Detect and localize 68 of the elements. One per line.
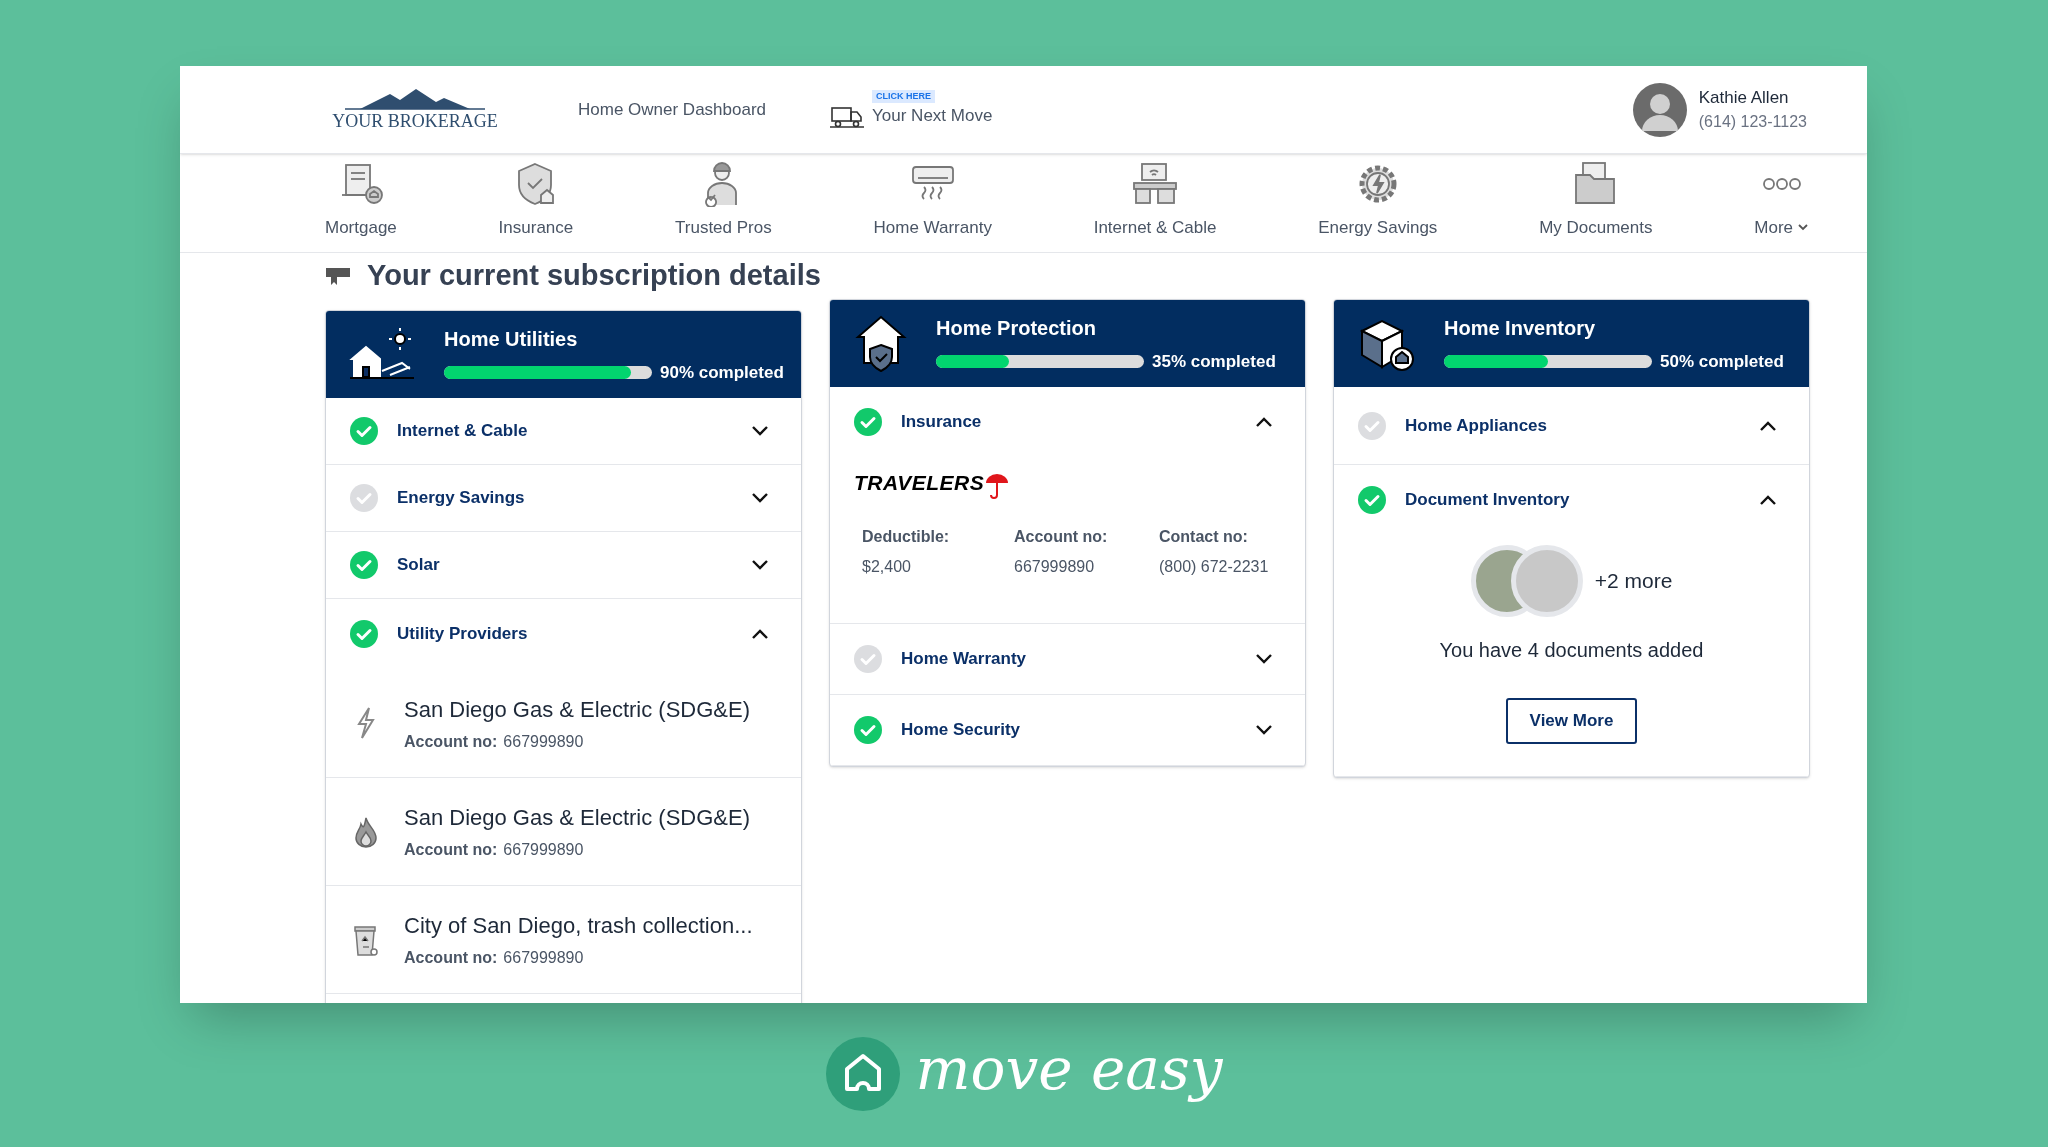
click-here-badge: CLICK HERE: [872, 90, 936, 104]
chevron-down-icon[interactable]: [751, 559, 769, 571]
card-title: Home Protection: [936, 315, 1098, 341]
computer-desk-icon: [1132, 160, 1179, 207]
sign-icon: [325, 266, 351, 286]
nav-tab[interactable]: Home Warranty: [873, 160, 992, 240]
section-title[interactable]: Home Appliances: [1405, 412, 1548, 439]
chevron-up-icon[interactable]: [1759, 494, 1777, 506]
card-title: Home Inventory: [1444, 315, 1597, 341]
field-label: Contact no:: [1159, 526, 1249, 547]
flame-icon: [354, 815, 378, 848]
section-title[interactable]: Internet & Cable: [397, 418, 528, 444]
dashboard-link[interactable]: Home Owner Dashboard: [578, 96, 767, 123]
next-move-link[interactable]: Your Next Move: [872, 103, 993, 129]
chevron-down-icon[interactable]: [1255, 652, 1273, 665]
brand-name: move easy: [915, 1040, 1223, 1105]
nav-tab[interactable]: Trusted Pros: [675, 160, 772, 240]
section-title[interactable]: Insurance: [901, 409, 982, 435]
account-label: Account no:: [404, 840, 498, 860]
card-title: Home Utilities: [444, 326, 579, 352]
field-value: $2,400: [862, 556, 912, 577]
section-title[interactable]: Home Warranty: [901, 645, 1026, 672]
nav-tab[interactable]: Energy Savings: [1318, 160, 1438, 240]
chevron-down-icon[interactable]: [751, 425, 769, 437]
more-count: +2 more: [1594, 568, 1673, 595]
account-label: Account no:: [404, 948, 498, 968]
user-name: Kathie Allen: [1698, 86, 1790, 109]
more-icon: [1761, 176, 1802, 191]
provider-name: San Diego Gas & Electric (SDG&E): [404, 804, 750, 832]
brokerage-logo[interactable]: YOUR BROKERAGE: [325, 86, 505, 133]
insurer-logo: TRAVELERS: [830, 467, 1305, 499]
field-value: (800) 672-2231: [1159, 556, 1270, 577]
field-value: 667999890: [1014, 556, 1096, 577]
chevron-down-icon[interactable]: [1255, 723, 1273, 736]
account-number: 667999890: [503, 731, 584, 752]
field-label: Account no:: [1014, 526, 1109, 547]
section-title[interactable]: Solar: [397, 552, 440, 578]
account-number: 667999890: [503, 948, 584, 968]
account-number: 667999890: [503, 840, 584, 860]
provider-name: San Diego Gas & Electric (SDG&E): [404, 695, 750, 724]
nav-tab[interactable]: My Documents: [1539, 160, 1653, 240]
provider-name: City of San Diego, trash collection...: [404, 912, 753, 940]
chevron-up-icon[interactable]: [751, 628, 769, 640]
house-logo-icon: [825, 1037, 900, 1111]
field-label: Deductible:: [862, 526, 951, 547]
chevron-down-icon[interactable]: [751, 492, 769, 504]
section-title[interactable]: Energy Savings: [397, 485, 525, 511]
chevron-up-icon[interactable]: [1759, 419, 1777, 432]
nav-tab[interactable]: Insurance: [498, 160, 574, 240]
documents-summary: You have 4 documents added: [1438, 638, 1705, 663]
page-heading: Your current subscription details: [367, 258, 821, 294]
user-phone: (614) 123-1123: [1698, 112, 1807, 133]
avatar-icon[interactable]: [1632, 82, 1687, 137]
caret-icon: [1797, 223, 1809, 232]
nav-more-menu[interactable]: More: [1754, 160, 1809, 240]
chevron-up-icon[interactable]: [1255, 416, 1273, 428]
account-label: Account no:: [404, 731, 498, 752]
section-title[interactable]: Home Security: [901, 716, 1021, 743]
nav-tab[interactable]: Mortgage: [325, 160, 397, 240]
progress-label: 50% completed: [1660, 350, 1784, 373]
progress-label: 35% completed: [1152, 350, 1276, 373]
lightning-icon: [355, 706, 377, 740]
truck-icon: [830, 104, 865, 129]
section-title[interactable]: Utility Providers: [397, 621, 528, 647]
section-title[interactable]: Document Inventory: [1405, 487, 1570, 513]
view-more-button[interactable]: View More: [1506, 698, 1637, 744]
progress-label: 90% completed: [660, 361, 784, 384]
nav-tab[interactable]: Internet & Cable: [1093, 160, 1217, 240]
